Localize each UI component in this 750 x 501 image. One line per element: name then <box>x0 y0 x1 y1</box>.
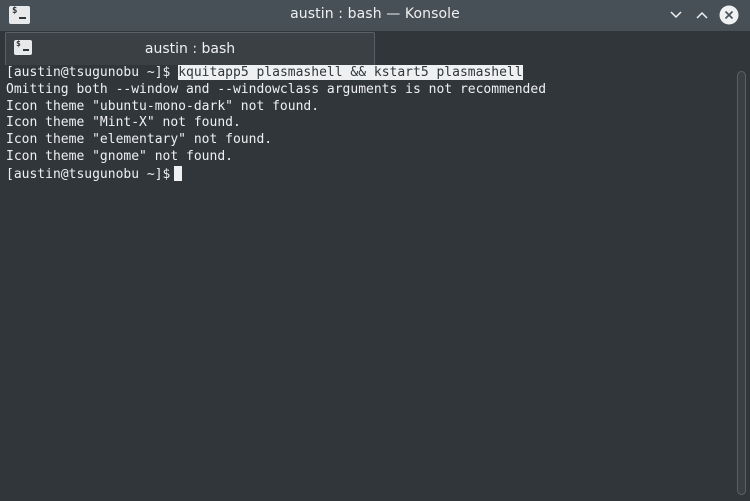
prompt-line: [austin@tsugunobu ~]$ <box>6 165 733 183</box>
scrollbar-track[interactable] <box>737 71 746 495</box>
prompt: [austin@tsugunobu ~]$ <box>6 65 171 80</box>
output-line: Icon theme "Mint-X" not found. <box>6 115 241 131</box>
scrollbar[interactable] <box>733 65 750 501</box>
terminal-area[interactable]: [austin@tsugunobu ~]$ kquitapp5 plasmash… <box>0 65 733 501</box>
command-line: [austin@tsugunobu ~]$ kquitapp5 plasmash… <box>6 65 733 82</box>
output-line: Omitting both --window and --windowclass… <box>6 81 547 97</box>
window-title: austin : bash — Konsole <box>290 6 460 22</box>
close-icon <box>719 5 739 25</box>
prompt: [austin@tsugunobu ~]$ <box>6 166 171 182</box>
maximize-button[interactable] <box>692 5 712 25</box>
chevron-up-icon <box>696 11 708 19</box>
output-line: Icon theme "ubuntu-mono-dark" not found. <box>6 98 320 114</box>
tab-bar: $ austin : bash <box>0 31 750 65</box>
text-cursor <box>174 165 183 181</box>
close-button[interactable] <box>719 5 739 25</box>
output-line: Icon theme "elementary" not found. <box>6 132 273 148</box>
minimize-button[interactable] <box>666 5 686 25</box>
tab-label: austin : bash <box>144 41 236 57</box>
chevron-down-icon <box>670 11 682 19</box>
output-line: Icon theme "gnome" not found. <box>6 148 233 164</box>
selected-command[interactable]: kquitapp5 plasmashell && kstart5 plasmas… <box>178 65 523 80</box>
title-bar[interactable]: $ austin : bash — Konsole <box>0 0 750 31</box>
tab-austin-bash[interactable]: $ austin : bash <box>5 32 375 65</box>
